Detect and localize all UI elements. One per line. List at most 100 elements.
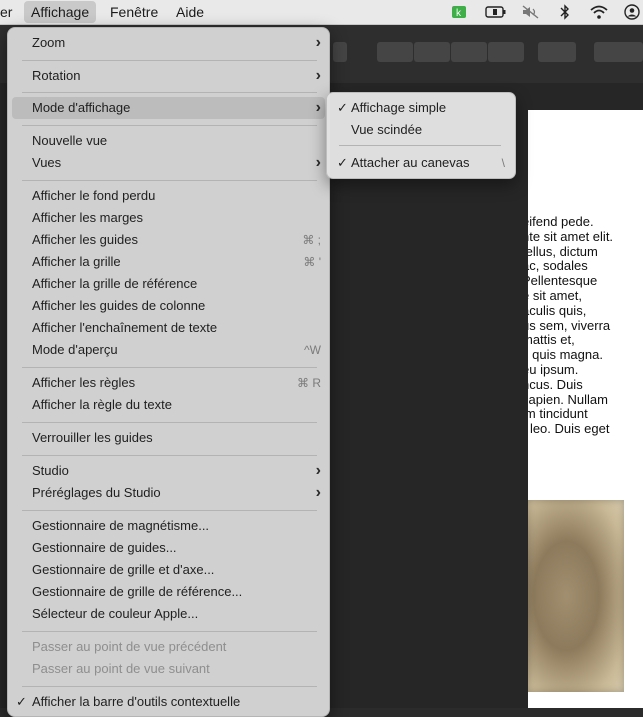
text-line: aculis quis, xyxy=(528,302,587,318)
menu-item-rotation[interactable]: Rotation › xyxy=(12,65,325,87)
toolbar-align[interactable] xyxy=(538,42,576,62)
chevron-right-icon: › xyxy=(315,154,321,171)
photo-frame[interactable] xyxy=(528,500,624,692)
text-line: r leo. Duis eget xyxy=(528,421,610,437)
menu-item-guides[interactable]: Afficher les guides ⌘ ; xyxy=(12,229,325,251)
menu-aide[interactable]: Aide xyxy=(176,0,204,25)
menu-item-magnetisme[interactable]: Gestionnaire de magnétisme... xyxy=(12,515,325,537)
toolbar-arrange-4[interactable] xyxy=(488,42,524,62)
menu-item-grille[interactable]: Afficher la grille ⌘ ' xyxy=(12,251,325,273)
separator xyxy=(339,145,501,146)
menu-item-label: Nouvelle vue xyxy=(32,133,108,148)
text-line: ncus. Duis xyxy=(528,376,583,392)
menu-item-grille-axe[interactable]: Gestionnaire de grille et d'axe... xyxy=(12,559,325,581)
menu-fichier-partial[interactable]: er xyxy=(0,0,12,25)
mode-affichage-submenu: ✓ Affichage simple Vue scindée ✓ Attacher … xyxy=(326,92,516,179)
menu-item-label: Préréglages du Studio xyxy=(32,485,161,500)
text-line: tellus, dictum xyxy=(528,243,598,259)
shortcut-label: ⌘ ' xyxy=(303,255,321,269)
separator xyxy=(22,367,317,368)
menu-item-label: Afficher la règle du texte xyxy=(32,397,172,412)
toolbar-arrange-1[interactable] xyxy=(377,42,413,62)
text-line: eu ipsum. xyxy=(528,361,579,377)
menu-item-label: Afficher les règles xyxy=(32,375,136,390)
menu-item-vues[interactable]: Vues › xyxy=(12,152,325,174)
menu-affichage[interactable]: Affichage xyxy=(24,1,97,23)
menu-item-label: Afficher les guides xyxy=(32,232,138,247)
menu-item-label: Afficher la grille de référence xyxy=(32,276,198,291)
menu-item-mode-apercu[interactable]: Mode d'aperçu ^W xyxy=(12,339,325,361)
document-page[interactable]: eifend pede. nte sit amet elit. tellus, … xyxy=(528,110,643,708)
mute-icon[interactable] xyxy=(521,4,539,20)
menu-bar: er Affichage Fenêtre Aide k xyxy=(0,0,643,25)
wifi-icon[interactable] xyxy=(590,4,608,20)
app-k-icon[interactable]: k xyxy=(451,4,469,20)
menu-item-fond-perdu[interactable]: Afficher le fond perdu xyxy=(12,185,325,207)
menu-item-grille-reference[interactable]: Afficher la grille de référence xyxy=(12,273,325,295)
shortcut-label: ⌘ R xyxy=(297,376,321,390)
submenu-item-attacher-canevas[interactable]: ✓ Attacher au canevas \ xyxy=(331,152,511,174)
menu-item-label: Afficher la barre d'outils contextuelle xyxy=(32,694,241,709)
menu-item-barre-contextuelle[interactable]: ✓ Afficher la barre d'outils contextuelle xyxy=(12,691,325,713)
shortcut-label: ⌘ ; xyxy=(302,233,321,247)
text-line: mattis et, xyxy=(528,332,575,348)
bluetooth-icon[interactable] xyxy=(558,4,576,20)
toolbar-dropdown[interactable] xyxy=(333,42,347,62)
chevron-right-icon: › xyxy=(315,99,321,116)
menu-item-label: Passer au point de vue suivant xyxy=(32,661,210,676)
menu-item-label: Gestionnaire de guides... xyxy=(32,540,177,555)
menu-item-enchainement[interactable]: Afficher l'enchaînement de texte xyxy=(12,317,325,339)
menu-item-nouvelle-vue[interactable]: Nouvelle vue xyxy=(12,130,325,152)
chevron-right-icon: › xyxy=(315,484,321,501)
affichage-menu: Zoom › Rotation › Mode d'affichage › Nouvel… xyxy=(7,27,330,717)
text-line: us sem, viverra xyxy=(528,317,611,333)
menu-item-label: Gestionnaire de magnétisme... xyxy=(32,518,210,533)
menu-item-label: Gestionnaire de grille et d'axe... xyxy=(32,562,215,577)
battery-plug-icon[interactable] xyxy=(485,4,506,20)
text-line: sapien. Nullam xyxy=(528,391,608,407)
submenu-item-label: Affichage simple xyxy=(351,100,447,115)
menu-item-guides-colonne[interactable]: Afficher les guides de colonne xyxy=(12,295,325,317)
submenu-item-affichage-simple[interactable]: ✓ Affichage simple xyxy=(331,97,511,119)
menu-item-gestionnaire-guides[interactable]: Gestionnaire de guides... xyxy=(12,537,325,559)
text-line: e sit amet, xyxy=(528,287,582,303)
menu-item-studio[interactable]: Studio › xyxy=(12,460,325,482)
menu-item-zoom[interactable]: Zoom › xyxy=(12,32,325,54)
text-line: im tincidunt xyxy=(528,406,588,422)
separator xyxy=(22,422,317,423)
menu-item-marges[interactable]: Afficher les marges xyxy=(12,207,325,229)
submenu-item-label: Attacher au canevas xyxy=(351,155,470,170)
menu-item-verrouiller-guides[interactable]: Verrouiller les guides xyxy=(12,427,325,449)
menu-item-regles[interactable]: Afficher les règles ⌘ R xyxy=(12,372,325,394)
menu-item-label: Passer au point de vue précédent xyxy=(32,639,227,654)
menu-item-label: Afficher la grille xyxy=(32,254,121,269)
submenu-item-vue-scindee[interactable]: Vue scindée xyxy=(331,119,511,141)
separator xyxy=(22,455,317,456)
chevron-right-icon: › xyxy=(315,67,321,84)
menu-item-label: Afficher les guides de colonne xyxy=(32,298,206,313)
checkmark-icon: ✓ xyxy=(337,100,348,115)
separator xyxy=(22,180,317,181)
text-line: s quis magna. xyxy=(528,347,603,363)
menu-item-gestionnaire-grille-ref[interactable]: Gestionnaire de grille de référence... xyxy=(12,581,325,603)
menu-item-label: Afficher les marges xyxy=(32,210,144,225)
menu-item-preglages-studio[interactable]: Préréglages du Studio › xyxy=(12,482,325,504)
menu-item-label: Verrouiller les guides xyxy=(32,430,153,445)
menu-item-label: Zoom xyxy=(32,35,66,50)
menu-item-mode-affichage[interactable]: Mode d'affichage › xyxy=(12,97,325,119)
user-icon[interactable] xyxy=(624,4,642,20)
menu-item-couleur-apple[interactable]: Sélecteur de couleur Apple... xyxy=(12,603,325,625)
submenu-item-label: Vue scindée xyxy=(351,122,423,137)
menu-item-point-vue-suivant: Passer au point de vue suivant xyxy=(12,658,325,680)
menu-fenetre[interactable]: Fenêtre xyxy=(110,0,158,25)
menu-item-label: Mode d'aperçu xyxy=(32,342,118,357)
text-line: Pellentesque xyxy=(528,273,598,289)
toolbar-arrange-2[interactable] xyxy=(414,42,450,62)
menu-item-label: Gestionnaire de grille de référence... xyxy=(32,584,243,599)
toolbar-flip[interactable] xyxy=(594,42,643,62)
separator xyxy=(22,125,317,126)
toolbar-arrange-3[interactable] xyxy=(451,42,487,62)
page-text-frame[interactable]: eifend pede. nte sit amet elit. tellus, … xyxy=(528,214,643,437)
menu-item-regle-texte[interactable]: Afficher la règle du texte xyxy=(12,394,325,416)
shortcut-label: ^W xyxy=(304,343,321,357)
